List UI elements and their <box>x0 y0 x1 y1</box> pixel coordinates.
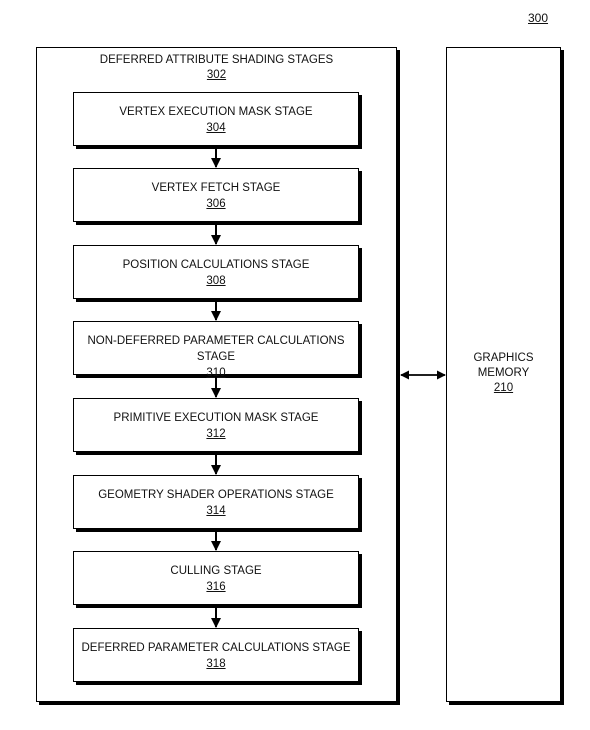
stage-ref-number: 310 <box>206 367 226 379</box>
stage-label: POSITION CALCULATIONS STAGE <box>122 259 310 271</box>
group-ref-number: 302 <box>206 69 227 81</box>
stage-ref-number: 308 <box>206 275 226 287</box>
stage-ref-number: 318 <box>206 658 226 670</box>
memory-ref-number: 210 <box>493 382 514 394</box>
stage-label: GEOMETRY SHADER OPERATIONS STAGE <box>98 489 334 501</box>
stage-label: DEFERRED PARAMETER CALCULATIONS STAGE <box>81 642 351 654</box>
stage-box-geometry-shader-operations: GEOMETRY SHADER OPERATIONS STAGE 314 <box>73 475 359 529</box>
stage-label: NON-DEFERRED PARAMETER CALCULATIONS STAG… <box>87 335 345 363</box>
group-title-text: DEFERRED ATTRIBUTE SHADING STAGES <box>99 54 334 66</box>
stage-box-position-calculations: POSITION CALCULATIONS STAGE 308 <box>73 245 359 299</box>
stage-ref-number: 306 <box>206 198 226 210</box>
stage-box-vertex-fetch: VERTEX FETCH STAGE 306 <box>73 168 359 222</box>
stage-ref-number: 316 <box>206 581 226 593</box>
stage-ref-number: 314 <box>206 505 226 517</box>
graphics-memory-box: GRAPHICS MEMORY 210 <box>446 47 561 702</box>
graphics-memory-label: GRAPHICS MEMORY 210 <box>447 351 560 396</box>
memory-label-line1: GRAPHICS <box>473 352 534 364</box>
stage-box-non-deferred-parameter-calculations: NON-DEFERRED PARAMETER CALCULATIONS STAG… <box>73 321 359 379</box>
stage-label: VERTEX EXECUTION MASK STAGE <box>119 106 313 118</box>
stage-label: VERTEX FETCH STAGE <box>151 182 281 194</box>
group-title: DEFERRED ATTRIBUTE SHADING STAGES 302 <box>37 53 396 83</box>
stage-ref-number: 304 <box>206 122 226 134</box>
stage-box-primitive-execution-mask: PRIMITIVE EXECUTION MASK STAGE 312 <box>73 398 359 452</box>
stage-label: CULLING STAGE <box>170 565 262 577</box>
stage-box-culling: CULLING STAGE 316 <box>73 551 359 605</box>
memory-label-line2: MEMORY <box>477 367 530 379</box>
stage-label: PRIMITIVE EXECUTION MASK STAGE <box>113 412 319 424</box>
stage-ref-number: 312 <box>206 428 226 440</box>
stage-box-deferred-parameter-calculations: DEFERRED PARAMETER CALCULATIONS STAGE 318 <box>73 628 359 682</box>
stage-box-vertex-execution-mask: VERTEX EXECUTION MASK STAGE 304 <box>73 92 359 146</box>
figure-number: 300 <box>528 11 549 25</box>
